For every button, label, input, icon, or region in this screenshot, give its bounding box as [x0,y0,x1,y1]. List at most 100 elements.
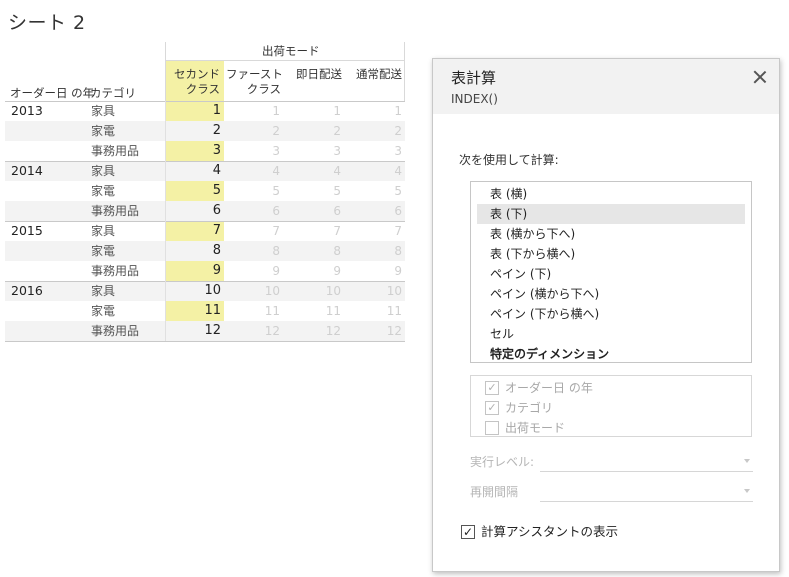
category-cell[interactable]: 事務用品 [91,201,139,221]
value-cell[interactable]: 10 [362,281,402,301]
year-cell[interactable]: 2015 [11,221,43,241]
value-cell[interactable]: 8 [240,241,280,261]
value-cell[interactable]: 6 [181,201,221,221]
group-separator [5,341,405,342]
dialog-header: 表計算 INDEX() [433,59,779,114]
column-header-first-class[interactable]: ファースト クラス [226,67,283,97]
category-cell[interactable]: 家電 [91,301,115,321]
value-cell[interactable]: 2 [362,121,402,141]
pane-divider [165,101,166,341]
dimension-item: ✓ カテゴリ [471,398,751,418]
value-cell[interactable]: 11 [240,301,280,321]
category-cell[interactable]: 家具 [91,281,115,301]
value-cell[interactable]: 3 [240,141,280,161]
value-cell[interactable]: 8 [301,241,341,261]
value-cell[interactable]: 9 [362,261,402,281]
value-cell[interactable]: 11 [301,301,341,321]
value-cell[interactable]: 4 [362,161,402,181]
row-header-year[interactable]: オーダー日 の年 [10,86,94,101]
category-cell[interactable]: 事務用品 [91,321,139,341]
at-level-label: 実行レベル: [470,455,535,469]
year-cell[interactable]: 2016 [11,281,43,301]
value-cell[interactable]: 1 [362,101,402,121]
year-cell[interactable]: 2014 [11,161,43,181]
value-cell[interactable]: 2 [181,121,221,141]
column-group-header[interactable]: 出荷モード [262,44,320,59]
table-row: 2013 家具 1 1 1 1 [5,101,405,121]
category-cell[interactable]: 家電 [91,181,115,201]
value-cell[interactable]: 1 [181,101,221,121]
compute-option[interactable]: ペイン (下から横へ) [477,304,745,324]
value-cell[interactable]: 4 [301,161,341,181]
dimension-label: オーダー日 の年 [505,381,593,395]
value-cell[interactable]: 6 [240,201,280,221]
value-cell[interactable]: 12 [362,321,402,341]
value-cell[interactable]: 3 [301,141,341,161]
compute-using-list[interactable]: 表 (横) 表 (下) 表 (横から下へ) 表 (下から横へ) ペイン (下) ペイン (… [470,181,752,363]
value-cell[interactable]: 7 [181,221,221,241]
value-cell[interactable]: 10 [301,281,341,301]
value-cell[interactable]: 7 [240,221,280,241]
compute-option[interactable]: 表 (下から横へ) [477,244,745,264]
compute-option[interactable]: 表 (下) [477,204,745,224]
header-divider [165,60,405,61]
compute-option[interactable]: 表 (横から下へ) [477,224,745,244]
value-cell[interactable]: 8 [181,241,221,261]
crosstab: 出荷モード オーダー日 の年 カテゴリ セカンド クラス ファースト クラス 即日配… [0,0,420,345]
category-cell[interactable]: 家電 [91,121,115,141]
table-row: 事務用品 12 12 12 12 [5,321,405,341]
show-calculation-assistance[interactable]: ✓ 計算アシスタントの表示 [461,522,618,542]
column-header-standard[interactable]: 通常配送 [346,67,402,82]
compute-option[interactable]: ペイン (下) [477,264,745,284]
value-cell[interactable]: 5 [362,181,402,201]
value-cell[interactable]: 3 [362,141,402,161]
value-cell[interactable]: 9 [181,261,221,281]
year-cell[interactable]: 2013 [11,101,43,121]
value-cell[interactable]: 9 [301,261,341,281]
value-cell[interactable]: 7 [362,221,402,241]
value-cell[interactable]: 4 [181,161,221,181]
value-cell[interactable]: 10 [240,281,280,301]
close-icon[interactable] [751,68,769,86]
compute-option[interactable]: セル [477,324,745,344]
value-cell[interactable]: 12 [240,321,280,341]
category-cell[interactable]: 家具 [91,101,115,121]
table-row: 2014 家具 4 4 4 4 [5,161,405,181]
value-cell[interactable]: 2 [240,121,280,141]
category-cell[interactable]: 事務用品 [91,141,139,161]
category-cell[interactable]: 事務用品 [91,261,139,281]
table-row: 家電 8 8 8 8 [5,241,405,261]
assistance-checkbox[interactable]: ✓ [461,525,475,539]
category-cell[interactable]: 家電 [91,241,115,261]
value-cell[interactable]: 2 [301,121,341,141]
value-cell[interactable]: 12 [181,321,221,341]
category-cell[interactable]: 家具 [91,221,115,241]
value-cell[interactable]: 12 [301,321,341,341]
value-cell[interactable]: 6 [301,201,341,221]
column-header-second-class[interactable]: セカンド クラス [168,67,220,97]
value-cell[interactable]: 4 [240,161,280,181]
dimension-checkbox: ✓ [485,401,499,415]
table-row: 家電 2 2 2 2 [5,121,405,141]
category-cell[interactable]: 家具 [91,161,115,181]
compute-option[interactable]: 表 (横) [477,184,745,204]
value-cell[interactable]: 3 [181,141,221,161]
value-cell[interactable]: 8 [362,241,402,261]
row-header-category[interactable]: カテゴリ [90,86,136,101]
value-cell[interactable]: 1 [240,101,280,121]
value-cell[interactable]: 11 [362,301,402,321]
column-header-same-day[interactable]: 即日配送 [286,67,342,82]
value-cell[interactable]: 9 [240,261,280,281]
compute-option[interactable]: ペイン (横から下へ) [477,284,745,304]
value-cell[interactable]: 7 [301,221,341,241]
value-cell[interactable]: 6 [362,201,402,221]
compute-option[interactable]: 特定のディメンション [477,344,745,364]
value-cell[interactable]: 10 [181,281,221,301]
value-cell[interactable]: 5 [240,181,280,201]
value-cell[interactable]: 11 [181,301,221,321]
dimension-list: ✓ オーダー日 の年 ✓ カテゴリ 出荷モード [470,375,752,437]
compute-using-label: 次を使用して計算: [459,153,559,167]
value-cell[interactable]: 1 [301,101,341,121]
value-cell[interactable]: 5 [181,181,221,201]
value-cell[interactable]: 5 [301,181,341,201]
